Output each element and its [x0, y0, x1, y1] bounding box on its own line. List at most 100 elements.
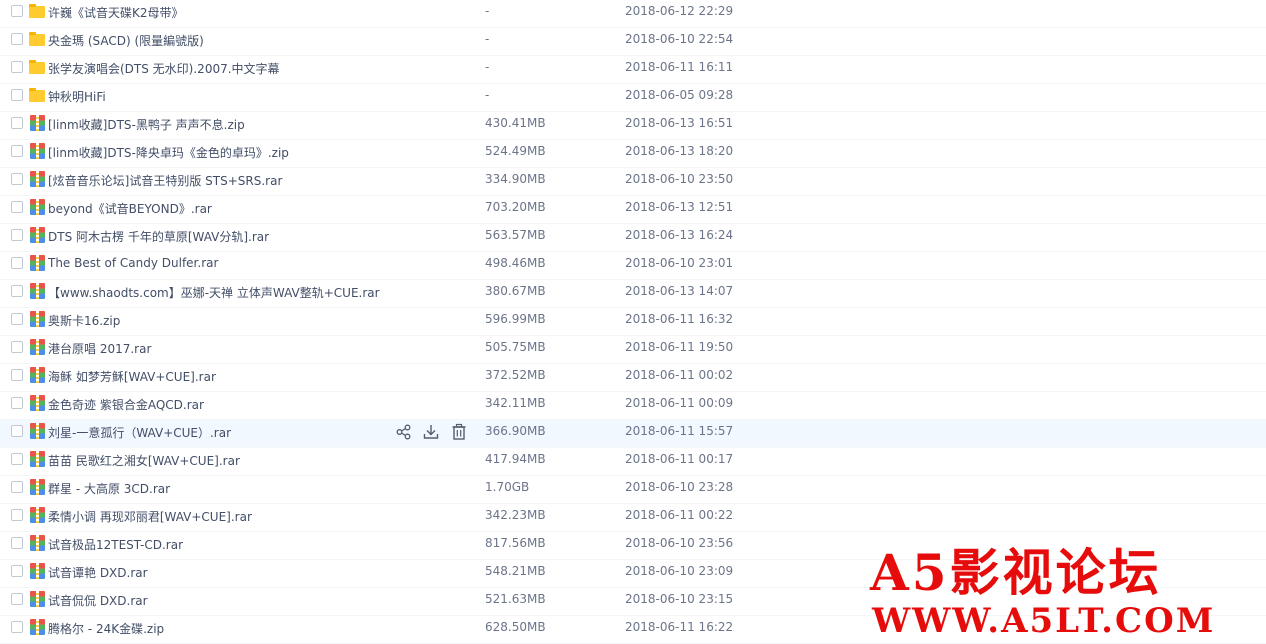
file-row[interactable]: 【www.shaodts.com】巫娜-天禅 立体声WAV整轨+CUE.rar 3… — [0, 280, 1266, 308]
trash-icon — [452, 423, 466, 440]
file-name-link[interactable]: 港台原唱 2017.rar — [48, 340, 151, 357]
file-row[interactable]: 群星 - 大高原 3CD.rar 1.70GB 2018-06-10 23:28 — [0, 476, 1266, 504]
file-row[interactable]: 许巍《试音天碟K2母带》 - 2018-06-12 22:29 — [0, 0, 1266, 28]
file-row[interactable]: beyond《试音BEYOND》.rar 703.20MB 2018-06-13 1… — [0, 196, 1266, 224]
folder-icon — [29, 3, 45, 19]
file-modified-date: 2018-06-10 22:54 — [625, 32, 734, 46]
file-modified-date: 2018-06-11 16:32 — [625, 312, 734, 326]
archive-file-icon — [29, 255, 45, 271]
row-checkbox[interactable] — [11, 201, 23, 213]
file-name-link[interactable]: 【www.shaodts.com】巫娜-天禅 立体声WAV整轨+CUE.rar — [48, 284, 380, 301]
folder-icon — [29, 31, 45, 47]
file-name-link[interactable]: 奥斯卡16.zip — [48, 312, 120, 329]
row-checkbox[interactable] — [11, 117, 23, 129]
file-row[interactable]: [linm收藏]DTS-黑鸭子 声声不息.zip 430.41MB 2018-06-… — [0, 112, 1266, 140]
file-row[interactable]: 柔情小调 再现邓丽君[WAV+CUE].rar 342.23MB 2018-06-1… — [0, 504, 1266, 532]
row-checkbox[interactable] — [11, 145, 23, 157]
archive-file-icon — [29, 199, 45, 215]
row-checkbox[interactable] — [11, 369, 23, 381]
row-checkbox[interactable] — [11, 313, 23, 325]
file-name-link[interactable]: 金色奇迹 紫银合金AQCD.rar — [48, 396, 204, 413]
file-row[interactable]: 港台原唱 2017.rar 505.75MB 2018-06-11 19:50 — [0, 336, 1266, 364]
delete-button[interactable] — [450, 423, 468, 441]
file-modified-date: 2018-06-05 09:28 — [625, 88, 734, 102]
file-row[interactable]: 海稣 如梦芳稣[WAV+CUE].rar 372.52MB 2018-06-11 0… — [0, 364, 1266, 392]
file-row[interactable]: 刘星-一意孤行（WAV+CUE）.rar 366.90MB 2018-06-11 1… — [0, 420, 1266, 448]
file-name-link[interactable]: [linm收藏]DTS-黑鸭子 声声不息.zip — [48, 116, 245, 133]
share-button[interactable] — [395, 423, 413, 441]
row-checkbox[interactable] — [11, 173, 23, 185]
file-size: 334.90MB — [485, 172, 546, 186]
folder-icon — [29, 87, 45, 103]
row-checkbox[interactable] — [11, 61, 23, 73]
row-checkbox[interactable] — [11, 397, 23, 409]
archive-file-icon — [29, 479, 45, 495]
file-size: 548.21MB — [485, 564, 546, 578]
file-name-link[interactable]: 央金瑪 (SACD) (限量編號版) — [48, 32, 204, 49]
row-checkbox[interactable] — [11, 481, 23, 493]
file-name-link[interactable]: 许巍《试音天碟K2母带》 — [48, 4, 184, 21]
row-checkbox[interactable] — [11, 285, 23, 297]
file-name-link[interactable]: beyond《试音BEYOND》.rar — [48, 200, 212, 217]
file-modified-date: 2018-06-13 12:51 — [625, 200, 734, 214]
file-modified-date: 2018-06-11 15:57 — [625, 424, 734, 438]
archive-file-icon — [29, 619, 45, 635]
row-checkbox[interactable] — [11, 341, 23, 353]
file-name-link[interactable]: [linm收藏]DTS-降央卓玛《金色的卓玛》.zip — [48, 144, 289, 161]
row-checkbox[interactable] — [11, 89, 23, 101]
file-name-link[interactable]: The Best of Candy Dulfer.rar — [48, 256, 218, 270]
file-row[interactable]: [linm收藏]DTS-降央卓玛《金色的卓玛》.zip 524.49MB 2018-… — [0, 140, 1266, 168]
row-checkbox[interactable] — [11, 5, 23, 17]
row-checkbox[interactable] — [11, 229, 23, 241]
row-checkbox[interactable] — [11, 453, 23, 465]
file-row[interactable]: The Best of Candy Dulfer.rar 498.46MB 2018… — [0, 252, 1266, 280]
archive-file-icon — [29, 143, 45, 159]
row-checkbox[interactable] — [11, 565, 23, 577]
file-row[interactable]: 金色奇迹 紫银合金AQCD.rar 342.11MB 2018-06-11 00:0… — [0, 392, 1266, 420]
row-checkbox[interactable] — [11, 593, 23, 605]
file-size: 524.49MB — [485, 144, 546, 158]
file-name-link[interactable]: [炫音音乐论坛]试音王特别版 STS+SRS.rar — [48, 172, 282, 189]
file-modified-date: 2018-06-11 00:17 — [625, 452, 734, 466]
file-name-link[interactable]: 试音谭艳 DXD.rar — [48, 564, 148, 581]
file-modified-date: 2018-06-12 22:29 — [625, 4, 734, 18]
archive-file-icon — [29, 339, 45, 355]
archive-file-icon — [29, 563, 45, 579]
file-size: - — [485, 32, 490, 46]
file-name-link[interactable]: DTS 阿木古楞 千年的草原[WAV分轨].rar — [48, 228, 269, 245]
file-name-link[interactable]: 海稣 如梦芳稣[WAV+CUE].rar — [48, 368, 216, 385]
file-modified-date: 2018-06-11 00:02 — [625, 368, 734, 382]
file-row[interactable]: 苗苗 民歌红之湘女[WAV+CUE].rar 417.94MB 2018-06-11… — [0, 448, 1266, 476]
file-size: - — [485, 60, 490, 74]
row-checkbox[interactable] — [11, 425, 23, 437]
file-name-link[interactable]: 腾格尔 - 24K金碟.zip — [48, 620, 164, 637]
file-name-link[interactable]: 试音侃侃 DXD.rar — [48, 592, 148, 609]
archive-file-icon — [29, 283, 45, 299]
file-size: 430.41MB — [485, 116, 546, 130]
file-name-link[interactable]: 苗苗 民歌红之湘女[WAV+CUE].rar — [48, 452, 240, 469]
file-modified-date: 2018-06-10 23:15 — [625, 592, 734, 606]
file-row[interactable]: 央金瑪 (SACD) (限量編號版) - 2018-06-10 22:54 — [0, 28, 1266, 56]
file-row[interactable]: [炫音音乐论坛]试音王特别版 STS+SRS.rar 334.90MB 2018-0… — [0, 168, 1266, 196]
file-size: 342.11MB — [485, 396, 546, 410]
row-checkbox[interactable] — [11, 509, 23, 521]
archive-file-icon — [29, 395, 45, 411]
file-name-link[interactable]: 群星 - 大高原 3CD.rar — [48, 480, 170, 497]
row-checkbox[interactable] — [11, 621, 23, 633]
file-modified-date: 2018-06-13 18:20 — [625, 144, 734, 158]
file-row[interactable]: 钟秋明HiFi - 2018-06-05 09:28 — [0, 84, 1266, 112]
file-name-link[interactable]: 张学友演唱会(DTS 无水印).2007.中文字幕 — [48, 60, 280, 77]
file-name-link[interactable]: 刘星-一意孤行（WAV+CUE）.rar — [48, 424, 231, 441]
file-size: - — [485, 4, 490, 18]
file-row[interactable]: DTS 阿木古楞 千年的草原[WAV分轨].rar 563.57MB 2018-06… — [0, 224, 1266, 252]
archive-file-icon — [29, 311, 45, 327]
row-checkbox[interactable] — [11, 537, 23, 549]
file-name-link[interactable]: 钟秋明HiFi — [48, 88, 106, 105]
download-button[interactable] — [422, 423, 440, 441]
file-row[interactable]: 奥斯卡16.zip 596.99MB 2018-06-11 16:32 — [0, 308, 1266, 336]
row-checkbox[interactable] — [11, 257, 23, 269]
file-row[interactable]: 张学友演唱会(DTS 无水印).2007.中文字幕 - 2018-06-11 16:… — [0, 56, 1266, 84]
file-name-link[interactable]: 柔情小调 再现邓丽君[WAV+CUE].rar — [48, 508, 252, 525]
file-name-link[interactable]: 试音极品12TEST-CD.rar — [48, 536, 183, 553]
row-checkbox[interactable] — [11, 33, 23, 45]
